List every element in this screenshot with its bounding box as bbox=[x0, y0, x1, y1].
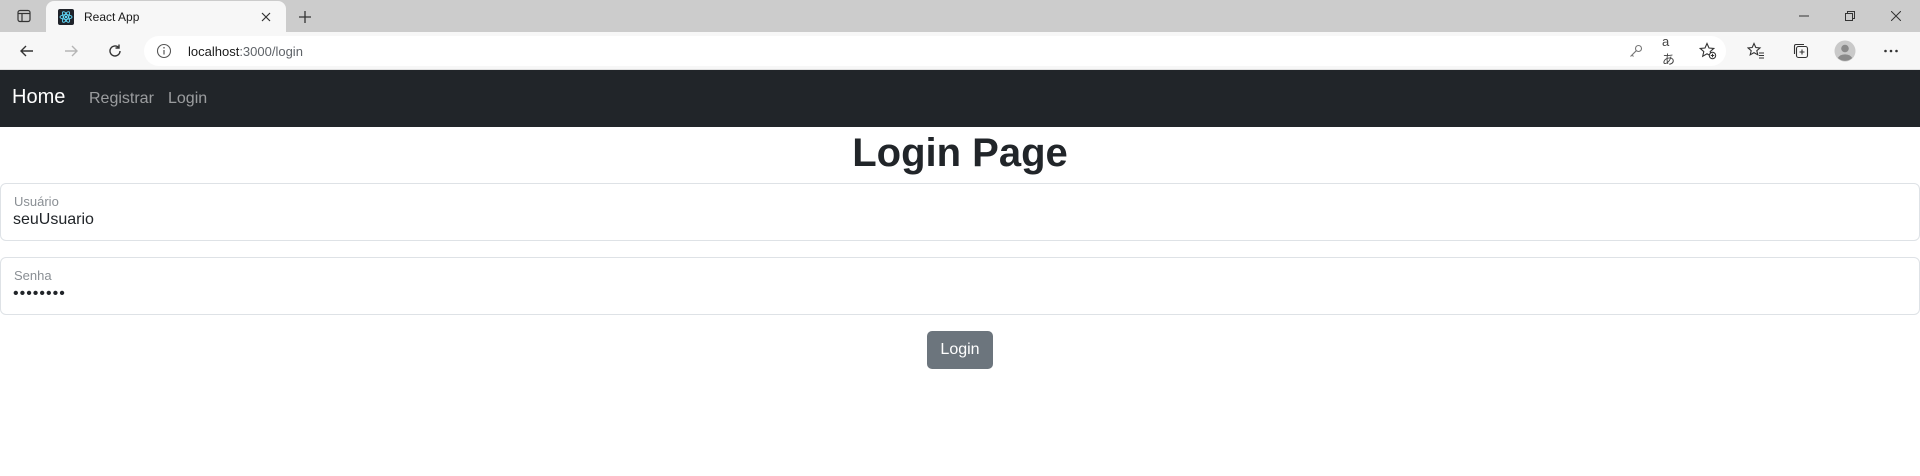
tab-actions-button[interactable] bbox=[8, 4, 40, 28]
read-aloud-icon[interactable]: aあ bbox=[1662, 34, 1682, 67]
password-input[interactable]: •••••••• bbox=[13, 285, 1893, 303]
new-tab-button[interactable] bbox=[292, 5, 318, 29]
collections-icon bbox=[1793, 43, 1809, 59]
sidebar-tabs-icon bbox=[17, 9, 31, 23]
login-button[interactable]: Login bbox=[927, 331, 993, 369]
profile-button[interactable] bbox=[1830, 36, 1860, 66]
nav-link-registrar[interactable]: Registrar bbox=[89, 90, 154, 108]
refresh-button[interactable] bbox=[100, 36, 130, 66]
refresh-icon bbox=[109, 44, 121, 57]
favorites-icon bbox=[1747, 42, 1764, 59]
nav-link-login[interactable]: Login bbox=[168, 90, 207, 108]
tab-strip: React App bbox=[0, 0, 1920, 32]
profile-icon bbox=[1834, 40, 1856, 62]
more-button[interactable] bbox=[1876, 36, 1906, 66]
navbar: Home Registrar Login bbox=[0, 70, 1920, 127]
minimize-button[interactable] bbox=[1781, 0, 1827, 32]
back-icon bbox=[20, 45, 33, 57]
page-title: Login Page bbox=[852, 131, 1068, 175]
password-label: Senha bbox=[14, 268, 52, 283]
browser-toolbar: localhost:3000/login aあ bbox=[0, 32, 1920, 70]
key-icon[interactable] bbox=[1626, 41, 1646, 61]
tab-title: React App bbox=[84, 9, 140, 24]
url-host: localhost bbox=[188, 44, 240, 59]
username-label: Usuário bbox=[14, 194, 59, 209]
username-input[interactable] bbox=[13, 211, 1893, 229]
browser-tab[interactable]: React App bbox=[46, 1, 286, 32]
username-field[interactable]: Usuário bbox=[0, 183, 1920, 241]
minimize-icon bbox=[1799, 15, 1809, 17]
close-window-button[interactable] bbox=[1873, 0, 1919, 32]
react-icon bbox=[58, 8, 74, 25]
collections-button[interactable] bbox=[1786, 36, 1816, 66]
navbar-brand-home[interactable]: Home bbox=[12, 86, 65, 109]
restore-button[interactable] bbox=[1827, 0, 1873, 32]
close-icon bbox=[261, 12, 271, 21]
url-path: :3000/login bbox=[239, 44, 303, 59]
info-icon[interactable] bbox=[156, 43, 172, 59]
forward-icon bbox=[65, 45, 78, 57]
favorite-add-icon[interactable] bbox=[1698, 41, 1718, 61]
password-field[interactable]: Senha •••••••• bbox=[0, 257, 1920, 315]
restore-icon bbox=[1845, 11, 1855, 21]
plus-icon bbox=[299, 11, 311, 23]
more-icon bbox=[1884, 49, 1898, 53]
close-tab-button[interactable] bbox=[256, 7, 276, 27]
url-text[interactable]: localhost:3000/login bbox=[188, 44, 303, 59]
back-button[interactable] bbox=[12, 36, 42, 66]
address-bar[interactable]: localhost:3000/login aあ bbox=[144, 34, 1726, 67]
forward-button[interactable] bbox=[56, 36, 86, 66]
close-icon bbox=[1891, 11, 1901, 21]
favorites-button[interactable] bbox=[1741, 36, 1771, 66]
